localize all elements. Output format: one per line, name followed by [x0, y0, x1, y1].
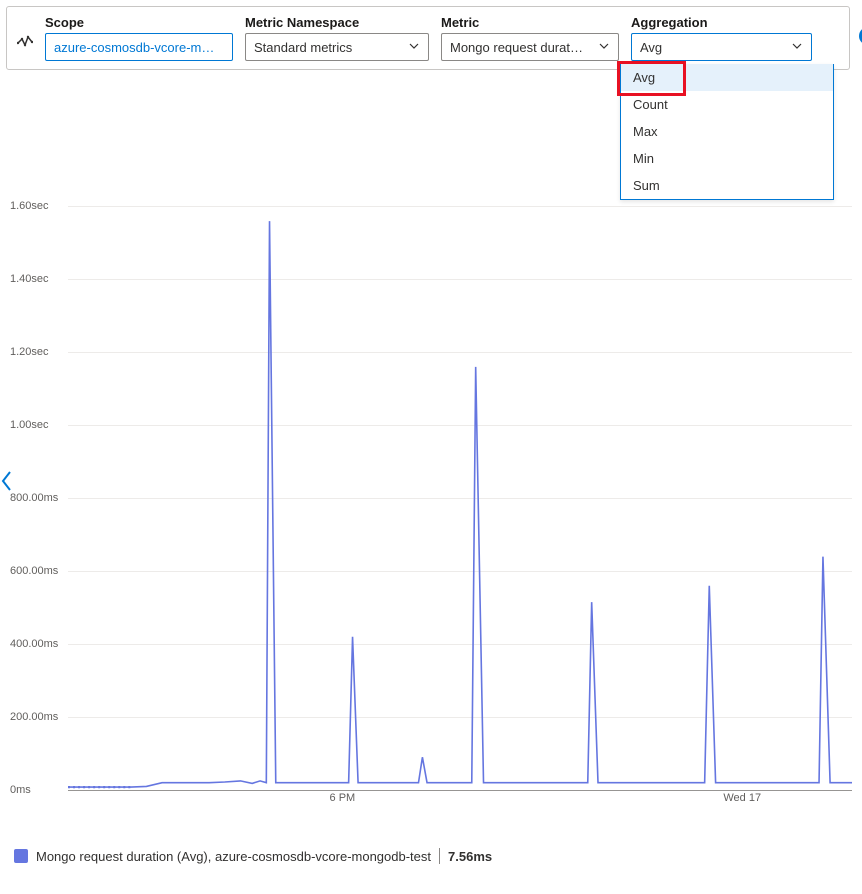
namespace-value: Standard metrics — [254, 40, 352, 55]
scope-field: Scope azure-cosmosdb-vcore-m… — [45, 15, 233, 61]
scope-label: Scope — [45, 15, 233, 30]
chart-type-icon[interactable] — [17, 35, 35, 53]
aggregation-select[interactable]: Avg — [631, 33, 812, 61]
y-tick-label: 600.00ms — [10, 565, 58, 577]
scope-value: azure-cosmosdb-vcore-m… — [54, 40, 214, 55]
gridline — [68, 790, 852, 791]
aggregation-label: Aggregation — [631, 15, 812, 30]
x-tick-label: 6 PM — [330, 792, 356, 804]
aggregation-option-max[interactable]: Max — [621, 118, 833, 145]
legend-value: 7.56ms — [448, 849, 492, 864]
y-tick-label: 200.00ms — [10, 711, 58, 723]
metrics-chart: 0ms 200.00ms 400.00ms 600.00ms 800.00ms 1.00s… — [10, 170, 852, 830]
legend-series-label: Mongo request duration (Avg), azure-cosm… — [36, 849, 431, 864]
chart-legend[interactable]: Mongo request duration (Avg), azure-cosm… — [14, 848, 848, 864]
namespace-select[interactable]: Standard metrics — [245, 33, 429, 61]
y-tick-label: 1.00sec — [10, 419, 49, 431]
namespace-label: Metric Namespace — [245, 15, 429, 30]
y-tick-label: 1.40sec — [10, 273, 49, 285]
metric-label: Metric — [441, 15, 619, 30]
chevron-down-icon — [598, 40, 610, 55]
metric-picker-toolbar: Scope azure-cosmosdb-vcore-m… Metric Nam… — [6, 6, 850, 70]
aggregation-option-sum[interactable]: Sum — [621, 172, 833, 199]
aggregation-dropdown: Avg Count Max Min Sum — [620, 64, 834, 200]
y-tick-label: 0ms — [10, 784, 31, 796]
scope-select[interactable]: azure-cosmosdb-vcore-m… — [45, 33, 233, 61]
y-tick-label: 1.60sec — [10, 200, 49, 212]
y-tick-label: 800.00ms — [10, 492, 58, 504]
metric-select[interactable]: Mongo request durat… — [441, 33, 619, 61]
chevron-down-icon — [791, 40, 803, 55]
legend-swatch — [14, 849, 28, 863]
y-tick-label: 1.20sec — [10, 346, 49, 358]
aggregation-field: Aggregation Avg — [631, 15, 812, 61]
metric-field: Metric Mongo request durat… — [441, 15, 619, 61]
namespace-field: Metric Namespace Standard metrics — [245, 15, 429, 61]
legend-divider — [439, 848, 440, 864]
aggregation-option-avg[interactable]: Avg — [621, 64, 833, 91]
plot-area[interactable] — [68, 170, 852, 790]
y-axis: 0ms200.00ms400.00ms600.00ms800.00ms1.00s… — [10, 170, 68, 790]
y-tick-label: 400.00ms — [10, 638, 58, 650]
metric-value: Mongo request durat… — [450, 40, 583, 55]
aggregation-option-min[interactable]: Min — [621, 145, 833, 172]
x-tick-label: Wed 17 — [723, 792, 761, 804]
x-axis: 6 PM Wed 17 — [68, 792, 852, 812]
aggregation-value: Avg — [640, 40, 662, 55]
chevron-down-icon — [408, 40, 420, 55]
